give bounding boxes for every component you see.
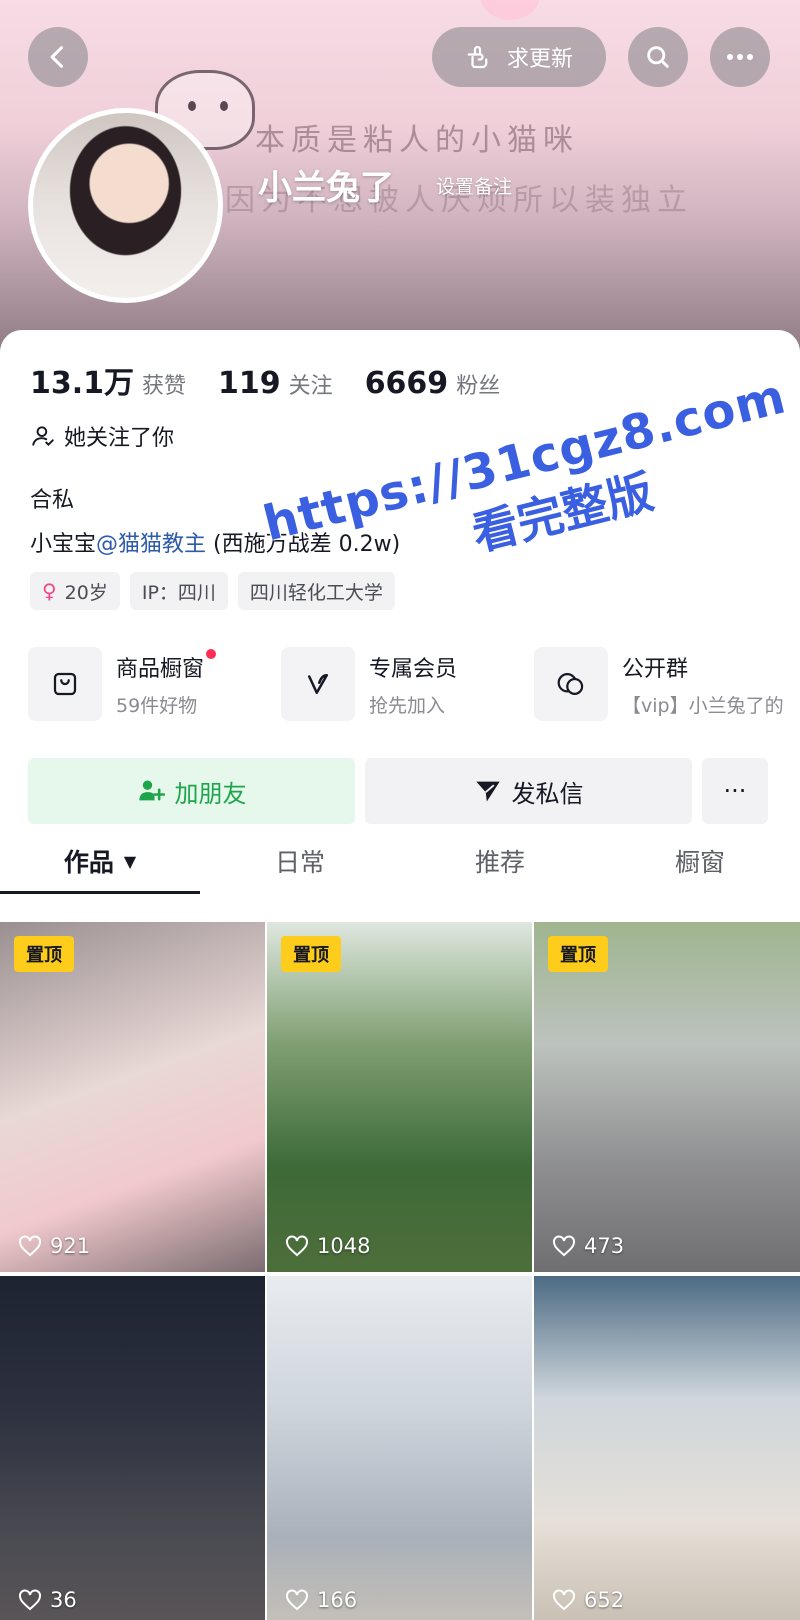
notification-dot [206, 648, 217, 659]
tab-recommend[interactable]: 推荐 [400, 830, 600, 892]
follows-you-text: 她关注了你 [64, 426, 175, 451]
action-buttons: 加朋友 发私信 ··· [28, 758, 768, 824]
like-count: 652 [552, 1588, 624, 1612]
tab-recommend-label: 推荐 [474, 848, 525, 877]
video-tile[interactable]: 166 [267, 1276, 532, 1620]
stat-likes: 13.1万 获赞 [30, 358, 186, 402]
feature-shop-window-title: 商品橱窗 [116, 648, 217, 683]
send-icon [475, 781, 500, 802]
bio-mention-link[interactable]: @猫猫教主 [96, 532, 206, 557]
pinned-badge: 置顶 [281, 936, 341, 972]
request-update-button[interactable]: 求更新 [432, 27, 606, 87]
heart-icon [19, 1589, 41, 1611]
like-count: 36 [18, 1588, 77, 1612]
female-icon: ♀ [42, 579, 57, 603]
pinned-badge: 置顶 [548, 936, 608, 972]
tab-works[interactable]: 作品 ▼ [0, 830, 200, 894]
feature-public-group[interactable]: 公开群 【vip】小兰兔了的 [534, 647, 787, 721]
search-button[interactable] [628, 27, 688, 87]
add-friend-label: 加朋友 [174, 779, 247, 808]
feature-membership[interactable]: 专属会员 抢先加入 [281, 647, 534, 721]
stat-following-number: 119 [218, 366, 281, 401]
bio-line2-prefix: 小宝宝 [30, 532, 97, 557]
feature-public-group-title: 公开群 [622, 656, 689, 682]
video-tile[interactable]: 置顶 473 [534, 922, 800, 1272]
feature-membership-sub: 抢先加入 [369, 694, 446, 717]
request-update-label: 求更新 [506, 47, 573, 72]
tab-daily-label: 日常 [274, 848, 325, 877]
stat-following-label: 关注 [288, 374, 333, 399]
follows-you-indicator: 她关注了你 [30, 420, 174, 452]
feature-public-group-icon-box [534, 647, 608, 721]
feature-entries: 商品橱窗 59件好物 专属会员 抢先加入 公开群 【vip】小兰兔了的 [28, 647, 800, 721]
feature-shop-window-sub: 59件好物 [116, 694, 198, 717]
more-dots-icon [727, 54, 753, 60]
tab-shop-window-label: 橱窗 [674, 848, 725, 877]
video-tile[interactable]: 36 [0, 1276, 265, 1620]
stat-likes-label: 获赞 [142, 374, 187, 399]
like-count: 921 [18, 1234, 90, 1258]
add-user-icon [138, 780, 165, 801]
feature-membership-title: 专属会员 [369, 656, 458, 682]
stats-row: 13.1万 获赞 119 关注 6669 粉丝 [30, 358, 532, 402]
like-count: 166 [285, 1588, 357, 1612]
tag-age-text: 20岁 [64, 581, 108, 604]
send-message-label: 发私信 [511, 779, 584, 808]
banner-heart-decoration [480, 0, 540, 20]
like-count: 1048 [285, 1234, 370, 1258]
avatar[interactable] [28, 108, 223, 303]
video-tile[interactable]: 置顶 1048 [267, 922, 532, 1272]
tag-ip: IP：四川 [129, 572, 228, 610]
stat-followers-label: 粉丝 [456, 374, 501, 399]
tab-works-label: 作品 [63, 848, 114, 877]
video-tile[interactable]: 652 [534, 1276, 800, 1620]
tag-ip-text: IP：四川 [141, 581, 216, 604]
stat-followers-number: 6669 [364, 366, 449, 401]
tag-age: ♀ 20岁 [30, 572, 120, 610]
profile-nickname: 小兰兔了 [258, 168, 394, 208]
feature-shop-window-icon-box [28, 647, 102, 721]
like-count-number: 166 [317, 1588, 358, 1612]
pointing-hand-icon [467, 45, 488, 69]
like-count-number: 36 [50, 1588, 77, 1612]
more-actions-button[interactable]: ··· [702, 758, 768, 824]
heart-icon [286, 1589, 308, 1611]
banner-text-line1: 本质是粘人的小猫咪 [255, 123, 579, 158]
user-icon [32, 426, 54, 447]
chat-icon [557, 673, 584, 695]
heart-icon [286, 1235, 308, 1257]
caret-down-icon: ▼ [123, 851, 137, 871]
back-button[interactable] [28, 27, 88, 87]
pinned-badge: 置顶 [14, 936, 74, 972]
video-grid: 置顶 921 置顶 1048 置顶 473 36 166 652 [0, 922, 800, 1620]
add-friend-button[interactable]: 加朋友 [28, 758, 355, 824]
like-count-number: 1048 [317, 1234, 371, 1258]
heart-icon [19, 1235, 41, 1257]
feature-shop-window[interactable]: 商品橱窗 59件好物 [28, 647, 281, 721]
more-options-button[interactable] [710, 27, 770, 87]
stat-following[interactable]: 119 关注 [218, 366, 333, 401]
v-icon [308, 674, 328, 694]
heart-icon [553, 1589, 575, 1611]
stat-likes-number: 13.1万 [30, 366, 135, 401]
tab-shop-window[interactable]: 橱窗 [600, 830, 800, 892]
stat-followers[interactable]: 6669 粉丝 [365, 366, 501, 401]
more-actions-label: ··· [723, 777, 747, 805]
search-icon [647, 46, 669, 68]
set-remark-link[interactable]: 设置备注 [436, 172, 512, 199]
feature-membership-icon-box [281, 647, 355, 721]
chevron-left-icon [50, 46, 64, 68]
feature-public-group-sub: 【vip】小兰兔了的 [622, 694, 784, 717]
video-tile[interactable]: 置顶 921 [0, 922, 265, 1272]
bio-line1: 合私 [30, 488, 75, 513]
heart-icon [553, 1235, 575, 1257]
like-count-number: 473 [584, 1234, 625, 1258]
send-message-button[interactable]: 发私信 [365, 758, 692, 824]
bag-icon [53, 672, 77, 696]
tab-daily[interactable]: 日常 [200, 830, 400, 892]
like-count-number: 652 [584, 1588, 625, 1612]
like-count: 473 [552, 1234, 624, 1258]
like-count-number: 921 [50, 1234, 91, 1258]
content-tabs: 作品 ▼ 日常 推荐 橱窗 [0, 830, 800, 894]
